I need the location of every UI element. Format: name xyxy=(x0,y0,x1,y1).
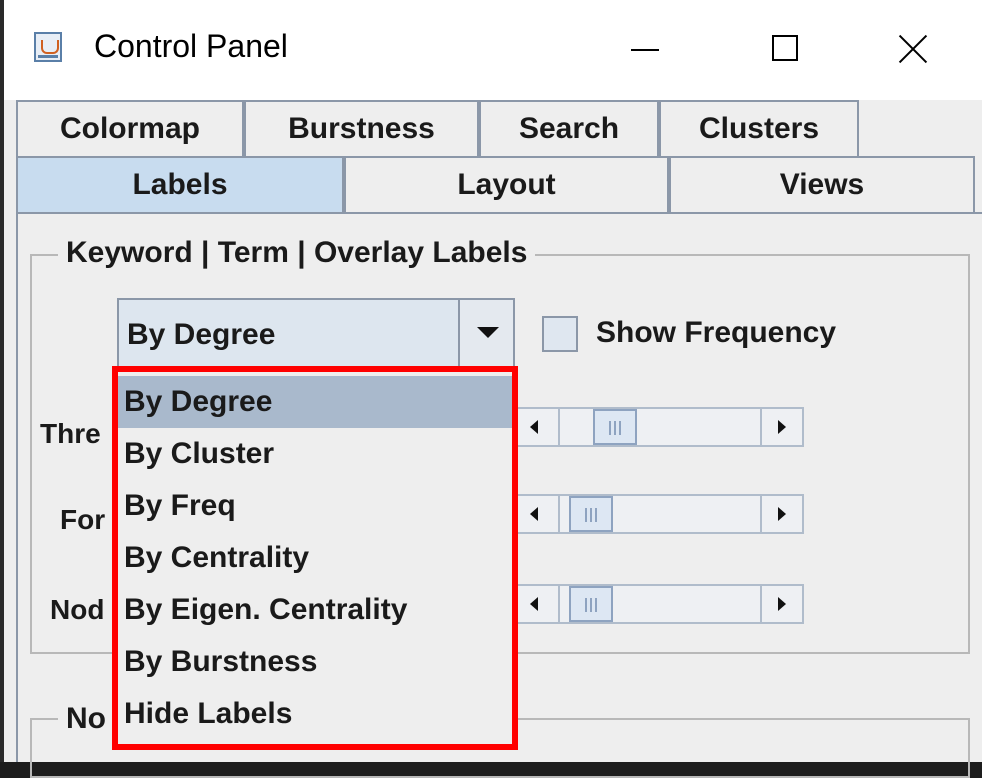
slider-thumb[interactable] xyxy=(593,409,638,445)
tab-colormap[interactable]: Colormap xyxy=(16,100,244,156)
window-title: Control Panel xyxy=(94,28,288,64)
slider-thumb[interactable] xyxy=(569,496,614,532)
java-cup-icon xyxy=(34,32,62,62)
dropdown-option[interactable]: By Burstness xyxy=(118,636,512,688)
font-size-slider[interactable] xyxy=(516,494,804,534)
dropdown-option[interactable]: By Centrality xyxy=(118,532,512,584)
slider-right-arrow-icon[interactable] xyxy=(760,496,802,532)
tab-clusters[interactable]: Clusters xyxy=(659,100,859,156)
tab-search[interactable]: Search xyxy=(479,100,659,156)
font-size-label: For xyxy=(60,504,106,535)
control-panel-window: Control Panel Colormap Burstness Search … xyxy=(0,0,982,778)
slider-thumb[interactable] xyxy=(569,586,614,622)
threshold-label: Thre xyxy=(40,418,101,449)
slider-left-arrow-icon[interactable] xyxy=(518,409,560,445)
dropdown-option[interactable]: Hide Labels xyxy=(118,688,512,740)
tab-views[interactable]: Views xyxy=(669,156,975,212)
tab-labels[interactable]: Labels xyxy=(16,156,344,212)
slider-left-arrow-icon[interactable] xyxy=(518,496,560,532)
slider-right-arrow-icon[interactable] xyxy=(760,409,802,445)
tab-burstness[interactable]: Burstness xyxy=(244,100,479,156)
minimize-button[interactable] xyxy=(616,24,676,74)
close-button[interactable] xyxy=(884,24,944,74)
maximize-button[interactable] xyxy=(754,24,814,74)
content-left-border xyxy=(16,212,18,762)
combo-selected-value: By Degree xyxy=(127,318,276,351)
dropdown-option[interactable]: By Cluster xyxy=(118,428,512,480)
node-size-slider[interactable] xyxy=(516,584,804,624)
show-frequency-label: Show Frequency xyxy=(596,316,837,349)
dropdown-option[interactable]: By Degree xyxy=(118,376,512,428)
node-group-title: No xyxy=(58,702,114,736)
show-frequency-checkbox[interactable] xyxy=(542,316,578,352)
node-size-label: Nod xyxy=(50,594,105,625)
title-bar[interactable]: Control Panel xyxy=(4,0,982,100)
slider-left-arrow-icon[interactable] xyxy=(518,586,560,622)
label-mode-dropdown-list[interactable]: By Degree By Cluster By Freq By Centrali… xyxy=(112,366,518,750)
dropdown-option[interactable]: By Freq xyxy=(118,480,512,532)
tab-layout[interactable]: Layout xyxy=(344,156,669,212)
threshold-slider[interactable] xyxy=(516,407,804,447)
tab-panel-border xyxy=(16,212,982,214)
slider-right-arrow-icon[interactable] xyxy=(760,586,802,622)
dropdown-option[interactable]: By Eigen. Centrality xyxy=(118,584,512,636)
keyword-group-title: Keyword | Term | Overlay Labels xyxy=(58,236,536,270)
chevron-down-icon[interactable] xyxy=(458,300,513,366)
label-mode-combo[interactable]: By Degree xyxy=(117,298,515,368)
